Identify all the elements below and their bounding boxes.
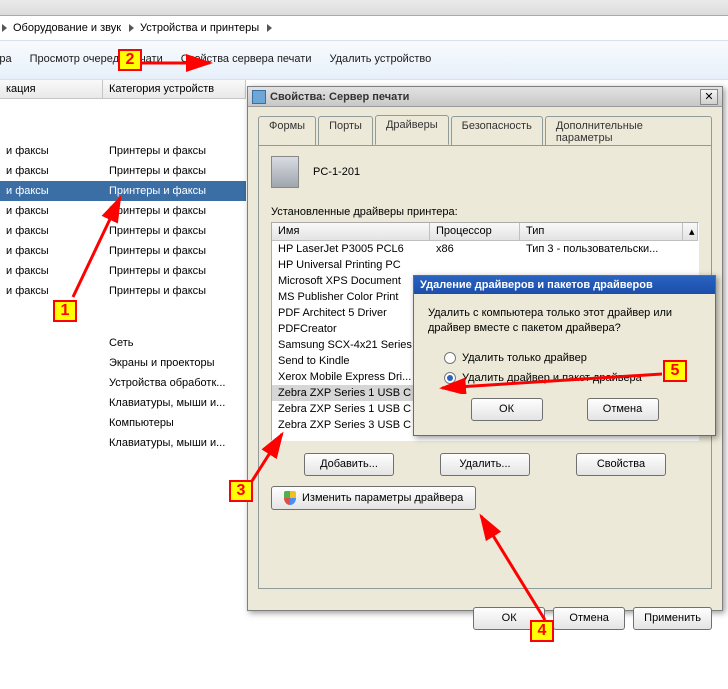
chevron-right-icon (129, 24, 134, 32)
msgbox-ok-button[interactable]: ОК (471, 398, 543, 421)
msgbox-text: Удалить с компьютера только этот драйвер… (428, 306, 701, 336)
cell-name: MS Publisher Color Print (272, 289, 430, 305)
cell-name: Send to Kindle (272, 353, 430, 369)
server-icon (271, 156, 299, 188)
command-toolbar: ринтера Просмотр очереди печати Свойства… (0, 40, 728, 80)
close-icon[interactable]: ✕ (700, 89, 718, 105)
table-row[interactable]: HP LaserJet P3005 PCL6x86Тип 3 - пользов… (272, 241, 698, 257)
list-item[interactable]: Клавиатуры, мыши и... (103, 393, 246, 413)
radio-label: Удалить только драйвер (462, 352, 587, 364)
annotation-arrow-3 (250, 429, 290, 485)
remove-driver-button[interactable]: Удалить... (440, 453, 530, 476)
list-item[interactable]: Компьютеры (103, 413, 246, 433)
cell-name: PDFCreator (272, 321, 430, 337)
drivers-list-label: Установленные драйверы принтера: (271, 206, 699, 218)
list-item[interactable]: и факсы (0, 161, 103, 181)
annotation-marker-2: 2 (118, 49, 142, 71)
annotation-arrow-4 (475, 510, 550, 625)
cancel-button[interactable]: Отмена (553, 607, 625, 630)
list-item[interactable]: Устройства обработк... (103, 373, 246, 393)
cell-name: Samsung SCX-4x21 Series (272, 337, 430, 353)
table-row[interactable]: HP Universal Printing PC (272, 257, 698, 273)
tab-Дополнительные параметры[interactable]: Дополнительные параметры (545, 116, 712, 146)
server-name: PC-1-201 (313, 166, 360, 178)
annotation-arrow-1 (70, 192, 130, 302)
tab-Формы[interactable]: Формы (258, 116, 316, 146)
cell-name: Zebra ZXP Series 1 USB C (272, 385, 430, 401)
radio-icon (444, 352, 456, 364)
add-driver-button[interactable]: Добавить... (304, 453, 394, 476)
dialog-title: Свойства: Сервер печати (270, 91, 700, 103)
msgbox-title[interactable]: Удаление драйверов и пакетов драйверов (414, 276, 715, 294)
chevron-right-icon (267, 24, 272, 32)
listview-header-name[interactable]: Имя (272, 223, 430, 240)
printer-icon (252, 90, 266, 104)
chevron-right-icon (2, 24, 7, 32)
toolbar-item-remove-device[interactable]: Удалить устройство (329, 53, 431, 65)
cell-type: Тип 3 - пользовательски... (520, 241, 698, 257)
cell-name: Zebra ZXP Series 1 USB C (272, 401, 430, 417)
cell-name: HP Universal Printing PC (272, 257, 430, 273)
change-driver-settings-label: Изменить параметры драйвера (302, 487, 463, 509)
list-item[interactable]: Сеть (103, 333, 246, 353)
change-driver-settings-button[interactable]: Изменить параметры драйвера (271, 486, 476, 510)
cell-name: PDF Architect 5 Driver (272, 305, 430, 321)
cell-processor: x86 (430, 241, 520, 257)
column-header[interactable]: Категория устройств (103, 80, 246, 99)
tab-Драйверы[interactable]: Драйверы (375, 115, 449, 145)
breadcrumb: Оборудование и звук Устройства и принтер… (0, 16, 728, 40)
tab-Безопасность[interactable]: Безопасность (451, 116, 543, 146)
dialog-titlebar[interactable]: Свойства: Сервер печати ✕ (248, 87, 722, 107)
annotation-arrow-5 (436, 370, 666, 394)
cell-name: Microsoft XPS Document (272, 273, 430, 289)
cell-type (520, 257, 698, 273)
list-item[interactable]: Экраны и проекторы (103, 353, 246, 373)
cell-name: Zebra ZXP Series 3 USB C (272, 417, 430, 433)
cell-name: Xerox Mobile Express Dri... (272, 369, 430, 385)
window-titlebar-fragment (0, 0, 728, 16)
annotation-arrow-2 (140, 53, 220, 73)
list-item[interactable]: и факсы (0, 141, 103, 161)
toolbar-item-fragment[interactable]: ринтера (0, 53, 12, 65)
list-item[interactable]: Принтеры и факсы (103, 141, 246, 161)
listview-header-processor[interactable]: Процессор (430, 223, 520, 240)
annotation-marker-5: 5 (663, 360, 687, 382)
remove-driver-confirm-dialog: Удаление драйверов и пакетов драйверов У… (413, 275, 716, 436)
column-header[interactable]: кация (0, 80, 103, 99)
list-item[interactable]: Принтеры и факсы (103, 161, 246, 181)
driver-properties-button[interactable]: Свойства (576, 453, 666, 476)
breadcrumb-item[interactable]: Оборудование и звук (13, 20, 121, 36)
tab-Порты[interactable]: Порты (318, 116, 373, 146)
shield-icon (284, 491, 296, 505)
annotation-marker-3: 3 (229, 480, 253, 502)
cell-name: HP LaserJet P3005 PCL6 (272, 241, 430, 257)
listview-header-type[interactable]: Тип (520, 223, 683, 240)
apply-button[interactable]: Применить (633, 607, 712, 630)
list-item[interactable]: Клавиатуры, мыши и... (103, 433, 246, 453)
cell-processor (430, 257, 520, 273)
breadcrumb-item[interactable]: Устройства и принтеры (140, 20, 259, 36)
annotation-marker-1: 1 (53, 300, 77, 322)
scroll-up-icon[interactable]: ▴ (683, 223, 698, 240)
msgbox-cancel-button[interactable]: Отмена (587, 398, 659, 421)
annotation-marker-4: 4 (530, 620, 554, 642)
